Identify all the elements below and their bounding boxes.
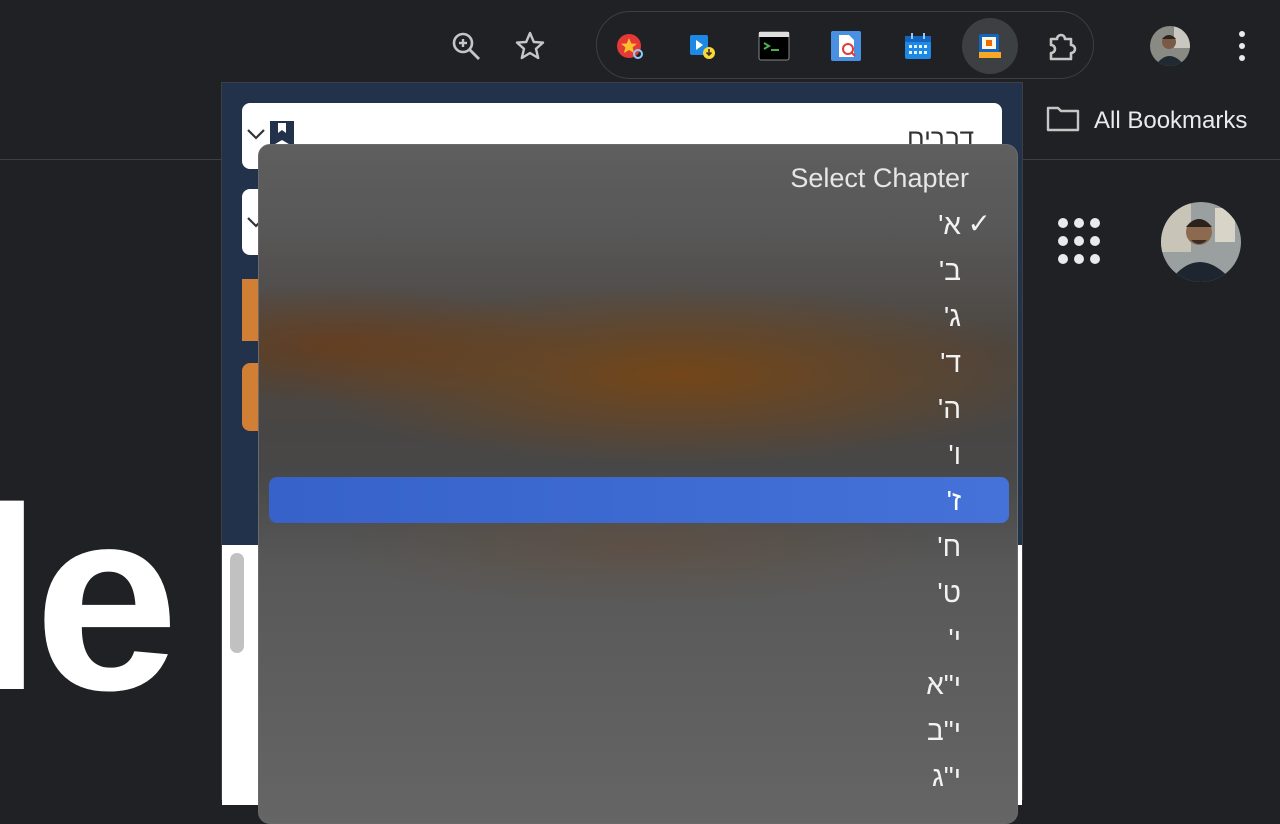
more-menu-icon[interactable]: [1226, 26, 1258, 66]
dropdown-option[interactable]: ח': [269, 523, 1009, 569]
chapter-dropdown-list: Select Chapter א' ✓ ב' ג' ד' ה' ו' ז' ח' ט' י' י"א י…: [258, 144, 1018, 824]
scrollbar-thumb[interactable]: [230, 553, 244, 653]
bookmark-star-icon[interactable]: [502, 18, 558, 74]
dropdown-option-label: י': [948, 623, 961, 654]
dropdown-option-label: ה': [937, 393, 961, 424]
calendar-extension-icon[interactable]: [890, 18, 946, 74]
dropdown-option[interactable]: י"א: [269, 661, 1009, 707]
page-logo-fragment: le: [0, 455, 179, 745]
puzzle-extensions-icon[interactable]: [1034, 18, 1090, 74]
dropdown-option[interactable]: ז': [269, 477, 1009, 523]
dropdown-option-label: י"א: [926, 669, 961, 700]
account-avatar[interactable]: [1161, 202, 1241, 282]
dropdown-option[interactable]: י': [269, 615, 1009, 661]
dropdown-option[interactable]: א' ✓: [269, 201, 1009, 247]
video-download-extension-icon[interactable]: [674, 18, 730, 74]
browser-toolbar: [0, 0, 1280, 92]
dropdown-option[interactable]: י"ב: [269, 707, 1009, 753]
dropdown-option[interactable]: ה': [269, 385, 1009, 431]
dropdown-option[interactable]: ב': [269, 247, 1009, 293]
checkmark-icon: ✓: [967, 208, 991, 239]
star-search-extension-icon[interactable]: [602, 18, 658, 74]
profile-avatar[interactable]: [1150, 26, 1190, 66]
dropdown-option-label: י"ג: [931, 761, 961, 792]
all-bookmarks-button[interactable]: All Bookmarks: [1046, 102, 1247, 140]
dropdown-option-label: י"ב: [927, 715, 961, 746]
dropdown-option[interactable]: י"ג: [269, 753, 1009, 799]
dropdown-option-label: ז': [946, 485, 961, 516]
dropdown-option-label: ו': [948, 439, 961, 470]
zoom-icon[interactable]: [438, 18, 494, 74]
dropdown-option-label: א': [938, 209, 961, 240]
dropdown-header: Select Chapter: [790, 163, 969, 193]
folder-icon: [1046, 104, 1080, 139]
dropdown-option[interactable]: ט': [269, 569, 1009, 615]
dropdown-option-label: ד': [940, 347, 961, 378]
dropdown-option[interactable]: ו': [269, 431, 1009, 477]
terminal-extension-icon[interactable]: [746, 18, 802, 74]
file-search-extension-icon[interactable]: [818, 18, 874, 74]
all-bookmarks-label: All Bookmarks: [1094, 107, 1248, 134]
chevron-down-icon: [246, 127, 266, 146]
dropdown-option-label: ט': [937, 577, 961, 608]
dropdown-option-label: ב': [938, 255, 961, 286]
dropdown-option-label: ג': [943, 301, 961, 332]
dropdown-option[interactable]: ג': [269, 293, 1009, 339]
dropdown-option[interactable]: ד': [269, 339, 1009, 385]
book-reader-extension-icon[interactable]: [962, 18, 1018, 74]
apps-grid-icon[interactable]: [1058, 218, 1106, 266]
dropdown-option-label: ח': [937, 531, 961, 562]
